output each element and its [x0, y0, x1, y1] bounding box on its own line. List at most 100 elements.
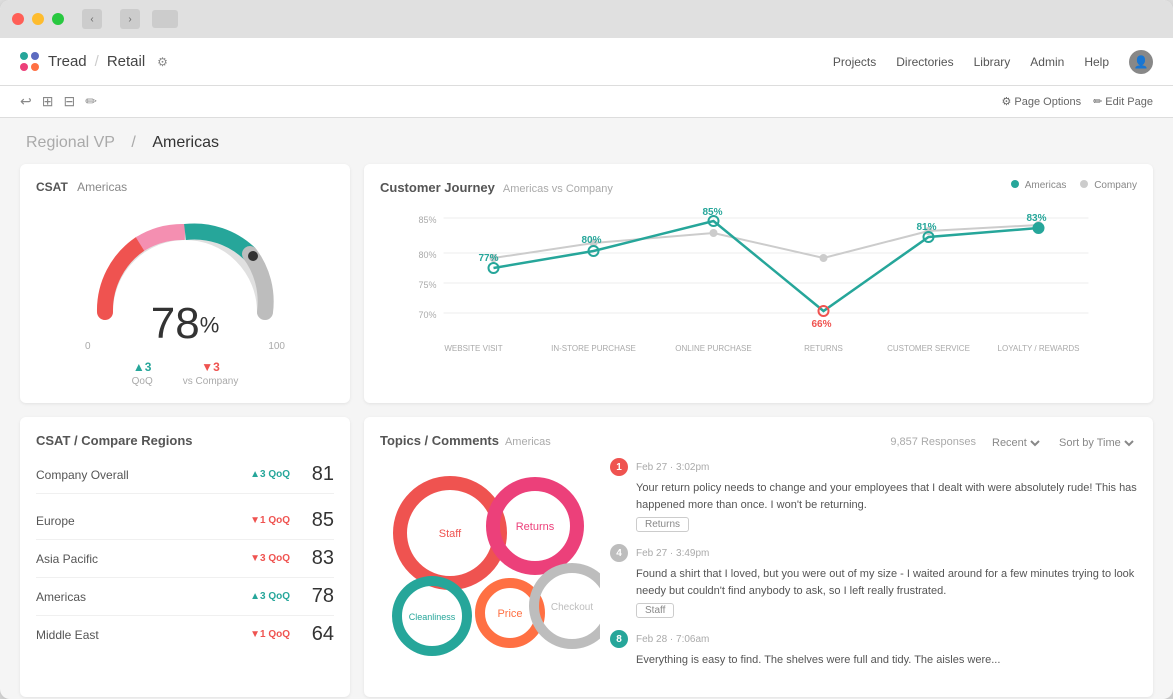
topics-sort-recent[interactable]: Recent [988, 436, 1043, 450]
comment-4-tag[interactable]: Staff [636, 603, 674, 618]
svg-text:Price: Price [497, 608, 522, 620]
bubbles-chart: Staff Returns Cleanliness Price [380, 458, 600, 658]
svg-text:85%: 85% [419, 215, 437, 225]
svg-text:75%: 75% [419, 280, 437, 290]
comment-8-text: Everything is easy to find. The shelves … [636, 652, 1137, 669]
comment-8: 8 Feb 28 · 7:06am Everything is easy to … [610, 630, 1137, 669]
home-icon[interactable]: ⊞ [42, 93, 54, 110]
journey-header: Customer Journey Americas vs Company [380, 180, 613, 195]
svg-text:80%: 80% [582, 235, 602, 246]
comment-4-text: Found a shirt that I loved, but you were… [636, 566, 1137, 599]
tab-button[interactable] [152, 10, 178, 28]
compare-name-3: Americas [36, 590, 250, 604]
journey-chart: 85% 80% 75% 70% [380, 203, 1137, 363]
comment-1-tag[interactable]: Returns [636, 517, 689, 532]
settings-icon[interactable]: ⚙ [157, 55, 168, 69]
csat-card: CSAT Americas [20, 164, 350, 403]
edit-page-label: Edit Page [1105, 96, 1153, 108]
svg-text:IN-STORE PURCHASE: IN-STORE PURCHASE [551, 344, 636, 353]
topics-meta: 9,857 Responses Recent Sort by Time [890, 436, 1137, 450]
forward-button[interactable]: › [120, 9, 140, 29]
compare-delta-1: ▼1 QoQ [250, 515, 290, 526]
comment-4-num: 4 [610, 544, 628, 562]
svg-text:Staff: Staff [439, 528, 462, 540]
topics-sort-time[interactable]: Sort by Time [1055, 436, 1137, 450]
topics-card: Topics / Comments Americas 9,857 Respons… [364, 417, 1153, 697]
svg-text:WEBSITE VISIT: WEBSITE VISIT [444, 344, 502, 353]
nav-projects[interactable]: Projects [833, 55, 876, 69]
compare-value-1: 85 [298, 509, 334, 532]
edit-icon[interactable]: ✏ [85, 93, 97, 110]
journey-title: Customer Journey [380, 180, 495, 195]
edit-page-icon: ✏ [1093, 95, 1102, 108]
comment-8-num: 8 [610, 630, 628, 648]
svg-text:Cleanliness: Cleanliness [409, 612, 456, 622]
compare-value-2: 83 [298, 547, 334, 570]
comment-1-time: Feb 27 · 3:02pm [636, 462, 709, 473]
breadcrumb-separator: / [131, 134, 135, 151]
compare-delta-3: ▲3 QoQ [250, 591, 290, 602]
svg-text:RETURNS: RETURNS [804, 344, 843, 353]
journey-subtitle: Americas vs Company [503, 183, 613, 195]
topics-comments: 1 Feb 27 · 3:02pm Your return policy nee… [610, 458, 1137, 681]
legend-americas: Americas [1011, 180, 1066, 191]
back-button[interactable]: ‹ [82, 9, 102, 29]
logo-icon [20, 52, 40, 72]
grid-icon[interactable]: ⊟ [63, 93, 75, 110]
compare-value-3: 78 [298, 585, 334, 608]
gauge-min: 0 [85, 341, 91, 352]
topics-bubbles: Staff Returns Cleanliness Price [380, 458, 600, 681]
svg-text:Returns: Returns [516, 521, 555, 533]
svg-text:85%: 85% [703, 207, 723, 218]
minimize-button[interactable] [32, 13, 44, 25]
comment-1-num: 1 [610, 458, 628, 476]
topics-body: Staff Returns Cleanliness Price [380, 458, 1137, 681]
gauge-value-container: 78% [151, 302, 220, 346]
nav-admin[interactable]: Admin [1030, 55, 1064, 69]
nav-help[interactable]: Help [1084, 55, 1109, 69]
header-separator: / [95, 53, 99, 70]
compare-delta-0: ▲3 QoQ [250, 469, 290, 480]
app-nav: Projects Directories Library Admin Help … [833, 50, 1153, 74]
svg-text:66%: 66% [812, 319, 832, 330]
page-options-button[interactable]: ⚙ Page Options [1002, 95, 1082, 108]
csat-company-value: ▼3 [201, 360, 220, 374]
csat-percent: % [200, 313, 220, 338]
gauge-container: 78% 0 100 [36, 202, 334, 352]
breadcrumb-current: Americas [152, 134, 219, 151]
svg-text:ONLINE PURCHASE: ONLINE PURCHASE [675, 344, 751, 353]
csat-vs-company: ▼3 vs Company [183, 360, 239, 387]
compare-delta-4: ▼1 QoQ [250, 629, 290, 640]
nav-directories[interactable]: Directories [896, 55, 953, 69]
journey-card: Customer Journey Americas vs Company Ame… [364, 164, 1153, 403]
compare-title: CSAT / Compare Regions [36, 433, 334, 448]
comment-1: 1 Feb 27 · 3:02pm Your return policy nee… [610, 458, 1137, 532]
page-options-icon: ⚙ [1002, 95, 1012, 108]
svg-text:CUSTOMER SERVICE: CUSTOMER SERVICE [887, 344, 970, 353]
edit-page-button[interactable]: ✏ Edit Page [1093, 95, 1153, 108]
close-button[interactable] [12, 13, 24, 25]
topics-responses: 9,857 Responses [890, 436, 976, 450]
nav-library[interactable]: Library [974, 55, 1011, 69]
compare-name-2: Asia Pacific [36, 552, 250, 566]
main-content: CSAT Americas [0, 164, 1173, 699]
breadcrumb-parent[interactable]: Regional VP [26, 134, 115, 151]
user-avatar[interactable]: 👤 [1129, 50, 1153, 74]
app-header: Tread / Retail ⚙ Projects Directories Li… [0, 38, 1173, 86]
toolbar: ↩ ⊞ ⊟ ✏ ⚙ Page Options ✏ Edit Page [0, 86, 1173, 118]
gauge-labels: 0 100 [85, 341, 285, 352]
gauge-max: 100 [268, 341, 285, 352]
compare-name-4: Middle East [36, 628, 250, 642]
comment-1-header: 1 Feb 27 · 3:02pm [610, 458, 1137, 476]
app-logo[interactable]: Tread / Retail ⚙ [20, 52, 168, 72]
svg-text:81%: 81% [917, 222, 937, 233]
breadcrumb: Regional VP / Americas [0, 118, 1173, 164]
maximize-button[interactable] [52, 13, 64, 25]
toolbar-right: ⚙ Page Options ✏ Edit Page [1002, 95, 1153, 108]
csat-subtitle: Americas [77, 180, 127, 194]
csat-qoq-label: QoQ [132, 376, 153, 387]
compare-name-1: Europe [36, 514, 250, 528]
svg-text:80%: 80% [419, 250, 437, 260]
back-icon[interactable]: ↩ [20, 93, 32, 110]
journey-legend: Americas Company [1011, 180, 1137, 191]
